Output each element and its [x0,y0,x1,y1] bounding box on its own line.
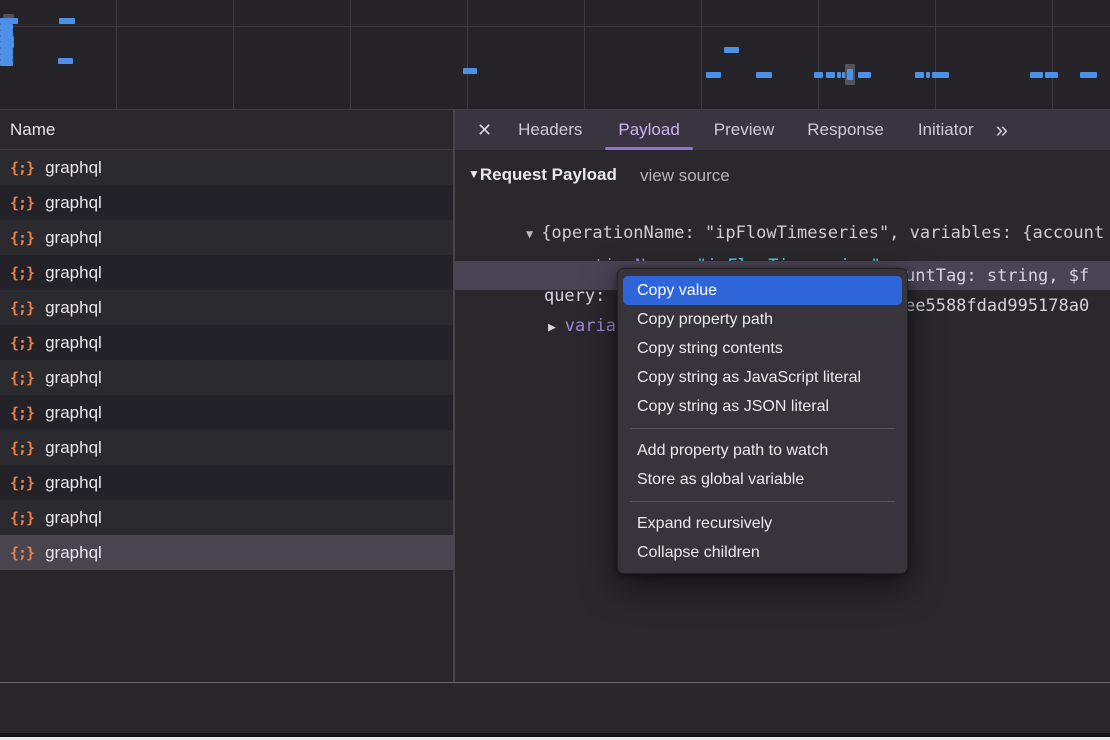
waterfall-bar [706,72,721,78]
waterfall-bar [59,18,75,24]
menu-item-copy-string-contents[interactable]: Copy string contents [623,334,902,363]
menu-item-copy-string-js-literal[interactable]: Copy string as JavaScript literal [623,363,902,392]
overview-gridline-horizontal [0,26,1110,27]
waterfall-bar [814,72,823,78]
json-braces-icon: {;} [10,474,34,492]
request-name: graphql [45,403,102,423]
waterfall-bar [58,58,73,64]
waterfall-bar [756,72,772,78]
table-row[interactable]: {;} graphql [0,465,453,500]
waterfall-bar [858,72,871,78]
view-source-link[interactable]: view source [640,166,730,186]
json-braces-icon: {;} [10,404,34,422]
tab-payload[interactable]: Payload [618,110,679,150]
variables-value-fragment: ee5588fdad995178a0 [905,296,1089,316]
table-row[interactable]: {;} graphql [0,395,453,430]
waterfall-bar [1045,72,1058,78]
waterfall-bar [926,72,930,78]
more-tabs-icon[interactable]: » [996,117,1006,143]
table-row[interactable]: {;} graphql [0,430,453,465]
waterfall-bar [837,72,841,78]
json-braces-icon: {;} [10,299,34,317]
tab-response[interactable]: Response [807,110,884,150]
tab-preview[interactable]: Preview [714,110,774,150]
json-braces-icon: {;} [10,509,34,527]
menu-item-collapse-children[interactable]: Collapse children [623,538,902,567]
waterfall-bar [826,72,835,78]
waterfall-bar [1030,72,1043,78]
json-braces-icon: {;} [10,159,34,177]
close-icon[interactable]: ✕ [477,120,492,141]
section-title: Request Payload [480,165,617,184]
table-row[interactable]: {;} graphql [0,360,453,395]
request-payload-section[interactable]: ▼Request Payload [468,165,617,185]
network-overview-waterfall[interactable] [0,0,1110,110]
waterfall-bar [1080,72,1097,78]
column-header-name[interactable]: Name [0,110,453,150]
table-row[interactable]: {;} graphql [0,150,453,185]
menu-item-add-property-path-to-watch[interactable]: Add property path to watch [623,436,902,465]
request-name: graphql [45,368,102,388]
table-row[interactable]: {;} graphql [0,500,453,535]
table-row[interactable]: {;} graphql [0,185,453,220]
table-row[interactable]: {;} graphql [0,255,453,290]
collapse-triangle-icon[interactable]: ▼ [468,167,480,181]
json-braces-icon: {;} [10,229,34,247]
request-name: graphql [45,228,102,248]
json-braces-icon: {;} [10,334,34,352]
waterfall-bar [463,68,477,74]
json-braces-icon: {;} [10,544,34,562]
json-braces-icon: {;} [10,439,34,457]
request-name: graphql [45,438,102,458]
tab-initiator[interactable]: Initiator [918,110,974,150]
menu-item-expand-recursively[interactable]: Expand recursively [623,509,902,538]
request-name: graphql [45,543,102,563]
waterfall-bar [847,69,853,80]
table-row[interactable]: {;} graphql [0,325,453,360]
request-name: graphql [45,158,102,178]
request-name: graphql [45,298,102,318]
waterfall-bar [724,47,739,53]
waterfall-bar [932,72,949,78]
menu-item-store-as-global-variable[interactable]: Store as global variable [623,465,902,494]
request-name: graphql [45,193,102,213]
json-braces-icon: {;} [10,369,34,387]
table-row[interactable]: {;} graphql [0,290,453,325]
waterfall-bar [0,60,13,66]
footer-area [0,683,1110,733]
menu-divider [618,494,907,509]
request-list: {;} graphql {;} graphql {;} graphql {;} grap… [0,150,453,682]
expand-triangle-icon[interactable]: ▶ [548,320,556,335]
menu-item-copy-value[interactable]: Copy value [623,276,902,305]
request-name: graphql [45,263,102,283]
query-value-fragment: untTag: string, $f [905,266,1089,286]
menu-item-copy-property-path[interactable]: Copy property path [623,305,902,334]
json-braces-icon: {;} [10,264,34,282]
detail-tabbar: ✕ Headers Payload Preview Response Initi… [455,110,1110,150]
menu-item-copy-string-json-literal[interactable]: Copy string as JSON literal [623,392,902,421]
json-braces-icon: {;} [10,194,34,212]
waterfall-bar [915,72,924,78]
table-row-selected[interactable]: {;} graphql [0,535,453,570]
request-name: graphql [45,333,102,353]
tab-headers[interactable]: Headers [518,110,582,150]
request-name: graphql [45,473,102,493]
menu-divider [618,421,907,436]
table-row[interactable]: {;} graphql [0,220,453,255]
context-menu: Copy value Copy property path Copy strin… [617,268,908,574]
request-name: graphql [45,508,102,528]
